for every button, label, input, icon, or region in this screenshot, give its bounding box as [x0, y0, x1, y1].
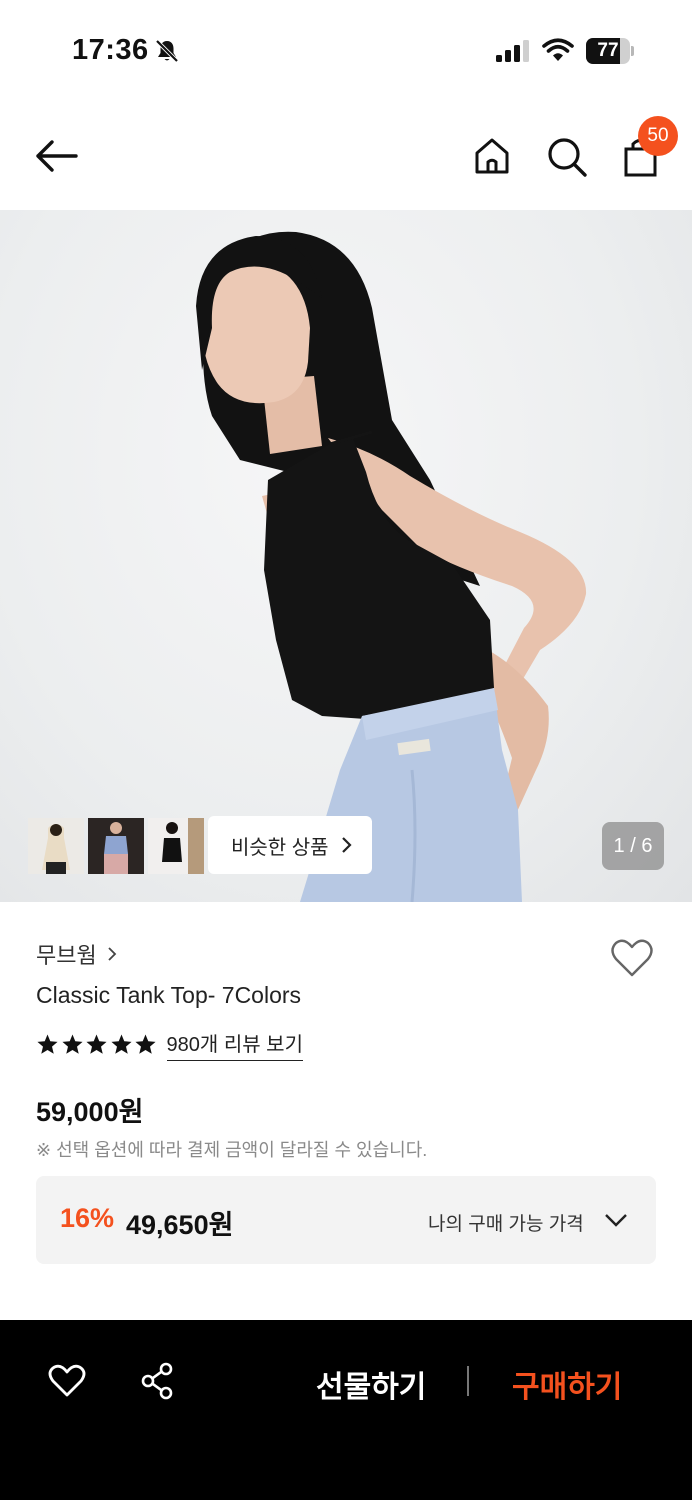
wifi-icon — [542, 38, 574, 61]
thumbnail-3[interactable] — [148, 818, 204, 874]
buy-button[interactable]: 구매하기 — [512, 1362, 622, 1406]
home-icon[interactable] — [472, 136, 512, 176]
brand-link[interactable]: 무브웜 — [36, 938, 117, 970]
wishlist-heart-icon[interactable] — [610, 938, 654, 978]
bell-muted-icon — [155, 39, 179, 63]
discount-price-panel[interactable]: 16% 49,650원 나의 구매 가능 가격 — [36, 1176, 656, 1264]
model-photo — [196, 231, 587, 902]
battery-indicator: 77 — [586, 38, 634, 64]
chevron-right-icon — [341, 837, 352, 853]
image-page-indicator: 1 / 6 — [602, 822, 664, 870]
review-link[interactable]: 980개 리뷰 보기 — [166, 1028, 303, 1061]
app-header — [0, 100, 692, 210]
discount-percent: 16% — [60, 1203, 115, 1233]
product-image[interactable]: 비슷한 상품 1 / 6 — [0, 210, 692, 902]
thumbnail-1[interactable] — [28, 818, 84, 874]
divider — [467, 1366, 469, 1396]
status-time: 17:36 — [72, 34, 149, 66]
share-icon[interactable] — [140, 1362, 174, 1400]
star-rating — [36, 1033, 159, 1056]
back-arrow-icon[interactable] — [34, 138, 78, 174]
status-bar: 17:36 77 — [0, 0, 692, 100]
similar-products-button[interactable]: 비슷한 상품 — [208, 816, 372, 874]
product-title: Classic Tank Top- 7Colors — [36, 982, 302, 1008]
thumbnail-2[interactable] — [88, 818, 144, 874]
star-icon — [61, 1034, 83, 1054]
star-icon — [37, 1034, 58, 1054]
gift-button[interactable]: 선물하기 — [316, 1362, 426, 1406]
star-icon — [135, 1034, 156, 1054]
my-price-label: 나의 구매 가능 가격 — [428, 1214, 584, 1235]
rating-row: 980개 리뷰 보기 — [36, 1028, 303, 1061]
bottom-action-bar: 선물하기 구매하기 — [0, 1320, 692, 1500]
price-note: ※ 선택 옵션에 따라 결제 금액이 달라질 수 있습니다. — [36, 1140, 428, 1160]
cart-count-badge[interactable]: 50 — [638, 116, 678, 156]
battery-percent: 77 — [597, 40, 619, 61]
search-icon[interactable] — [546, 136, 588, 178]
chevron-right-icon — [108, 947, 117, 961]
product-price: 59,000원 — [36, 1097, 144, 1127]
thumbnail-strip — [28, 818, 208, 874]
star-icon — [110, 1034, 132, 1054]
brand-name: 무브웜 — [36, 943, 97, 968]
chevron-down-icon — [605, 1214, 627, 1227]
cellular-signal-icon — [496, 40, 529, 62]
star-icon — [86, 1034, 107, 1054]
heart-icon[interactable] — [48, 1364, 86, 1398]
discount-price: 49,650원 — [126, 1210, 234, 1240]
similar-products-label: 비슷한 상품 — [231, 836, 329, 859]
